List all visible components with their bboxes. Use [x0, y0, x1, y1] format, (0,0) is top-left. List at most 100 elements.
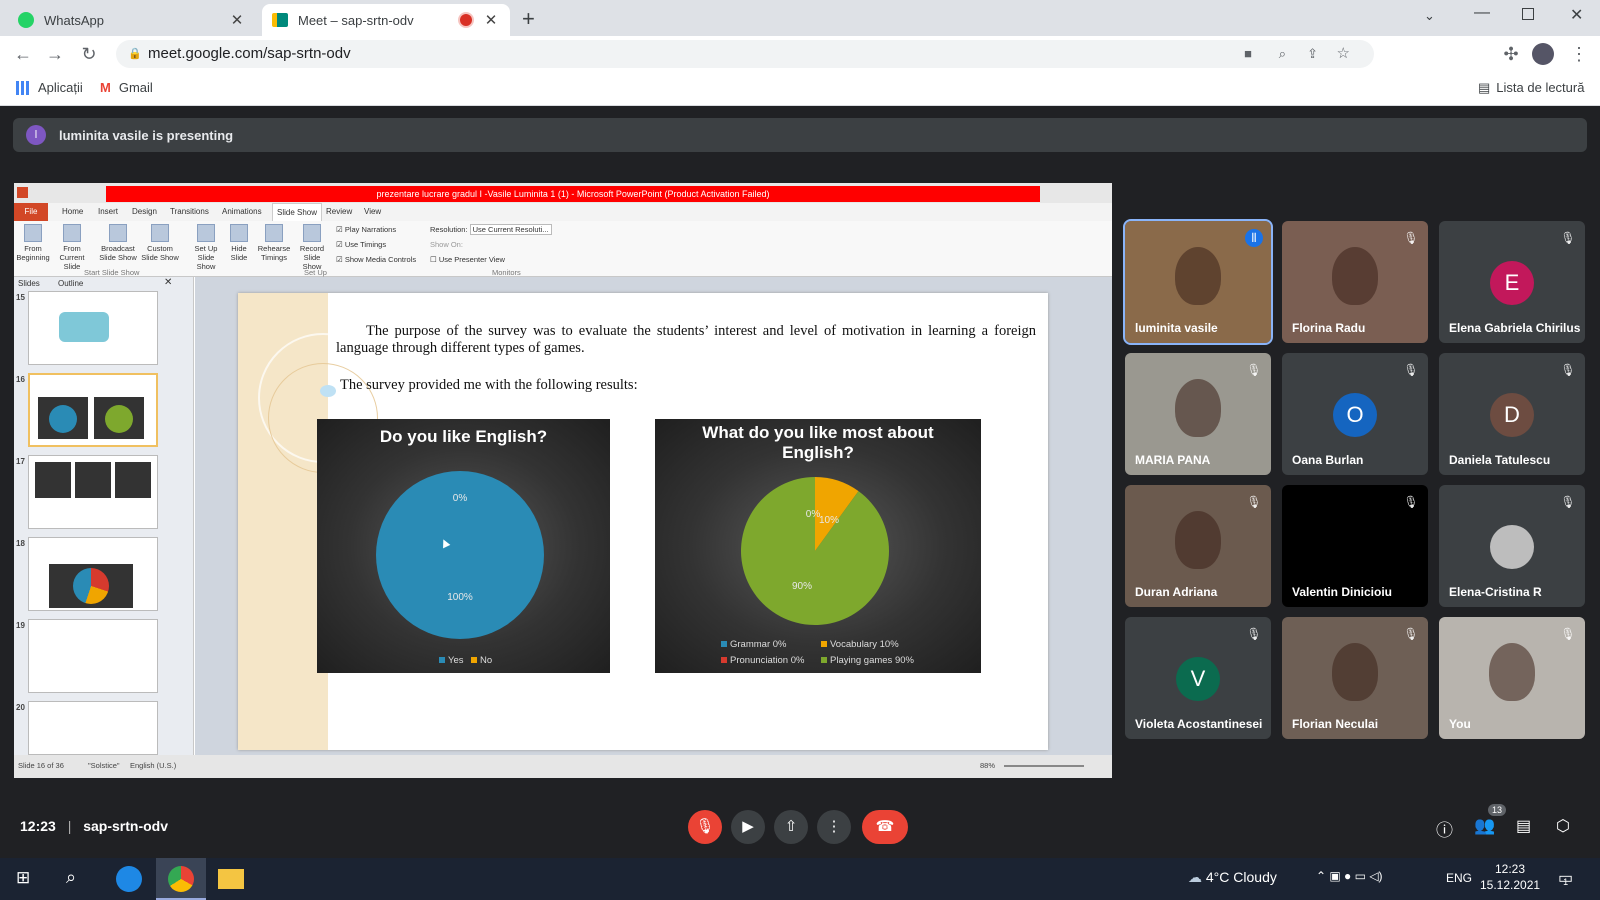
- participant-tile[interactable]: 🎙 Florian Neculai: [1282, 617, 1428, 739]
- from-current-button[interactable]: From Current Slide: [52, 224, 92, 271]
- restore-button[interactable]: [1522, 8, 1534, 20]
- slides-panel: Slides Outline ✕ 15 16 17 18 19 20: [14, 277, 194, 757]
- participant-tile[interactable]: V 🎙 Violeta Acostantinesei: [1125, 617, 1271, 739]
- resolution-value: Use Current Resoluti...: [469, 224, 552, 235]
- ribbon-tab-transitions[interactable]: Transitions: [170, 207, 209, 216]
- slide-thumbnail[interactable]: [28, 701, 158, 755]
- media-controls-checkbox[interactable]: ☑ Show Media Controls: [336, 255, 416, 264]
- legend-label: Pronunciation 0%: [730, 655, 805, 666]
- activities-icon[interactable]: ⬡: [1556, 816, 1570, 836]
- chat-icon[interactable]: ▤: [1516, 816, 1531, 836]
- notification-icon[interactable]: ▭1: [1558, 868, 1578, 888]
- participant-tile[interactable]: D 🎙 Daniela Tatulescu: [1439, 353, 1585, 475]
- info-icon[interactable]: ⓘ: [1436, 816, 1453, 841]
- participant-tile[interactable]: 🎙 Duran Adriana: [1125, 485, 1271, 607]
- ribbon-tab-insert[interactable]: Insert: [98, 207, 118, 216]
- star-icon[interactable]: ☆: [1337, 40, 1350, 68]
- leave-call-button[interactable]: ☎: [862, 810, 908, 844]
- chrome-taskbar-button[interactable]: [156, 858, 206, 900]
- camera-icon[interactable]: ■: [1244, 40, 1252, 68]
- play-narrations-checkbox[interactable]: ☑ Play Narrations: [336, 225, 396, 234]
- zoom-icon[interactable]: ⌕: [1279, 40, 1286, 68]
- presenter-view-checkbox[interactable]: ☐ Use Presenter View: [430, 255, 505, 264]
- close-window-button[interactable]: ✕: [1570, 5, 1583, 25]
- windows-start-icon[interactable]: ⊞: [16, 868, 30, 888]
- people-button[interactable]: 👥 13: [1474, 804, 1507, 836]
- forward-icon[interactable]: →: [42, 42, 68, 66]
- zoom-slider[interactable]: [1004, 765, 1084, 767]
- pie-slice: [741, 477, 889, 625]
- legend-item: Yes: [439, 655, 464, 666]
- from-beginning-button[interactable]: From Beginning: [16, 224, 50, 262]
- close-icon[interactable]: ✕: [482, 11, 500, 29]
- slide-thumbnail[interactable]: [28, 455, 158, 529]
- tray-icons[interactable]: ⌃ ▣ ● ▭ ◁): [1316, 869, 1383, 883]
- camera-button[interactable]: ▶: [731, 810, 765, 844]
- setup-show-button[interactable]: Set Up Slide Show: [188, 224, 224, 271]
- tab-meet[interactable]: Meet – sap-srtn-odv ✕: [262, 4, 510, 36]
- weather-widget[interactable]: ☁ 4°C Cloudy: [1188, 869, 1277, 886]
- ribbon-tab-slideshow[interactable]: Slide Show: [272, 203, 323, 221]
- slide-thumbnail[interactable]: [28, 291, 158, 365]
- profile-avatar[interactable]: [1532, 43, 1554, 65]
- participant-tile[interactable]: 🎙 MARIA PANA: [1125, 353, 1271, 475]
- slide-thumbnail[interactable]: [28, 619, 158, 693]
- ribbon-tab-animations[interactable]: Animations: [222, 207, 262, 216]
- more-options-button[interactable]: ⋮: [817, 810, 851, 844]
- ribbon-tab-file[interactable]: File: [14, 203, 48, 221]
- reading-list-label: Lista de lectură: [1496, 80, 1585, 95]
- reading-list[interactable]: ▤ Lista de lectură: [1478, 80, 1584, 96]
- slide-canvas: The purpose of the survey was to evaluat…: [238, 293, 1048, 750]
- hide-slide-button[interactable]: Hide Slide: [226, 224, 252, 262]
- present-screen-icon: ⇧: [784, 818, 798, 835]
- slice-label: 90%: [792, 581, 812, 592]
- bookmark-gmail[interactable]: M Gmail: [100, 80, 153, 95]
- extensions-icon[interactable]: ✣: [1498, 42, 1524, 66]
- slide-thumbnail[interactable]: [28, 537, 158, 611]
- participant-tile[interactable]: E 🎙 Elena Gabriela Chirilus: [1439, 221, 1585, 343]
- participant-tile[interactable]: 🎙 Elena-Cristina R: [1439, 485, 1585, 607]
- reload-icon[interactable]: ↻: [76, 42, 102, 66]
- present-button[interactable]: ⇧: [774, 810, 808, 844]
- participant-tile[interactable]: O 🎙 Oana Burlan: [1282, 353, 1428, 475]
- window-title: prezentare lucrare gradul I -Vasile Lumi…: [106, 186, 1040, 202]
- new-tab-button[interactable]: +: [522, 6, 535, 32]
- ribbon-tab-review[interactable]: Review: [326, 207, 352, 216]
- bookmark-apps[interactable]: Aplicații: [16, 80, 83, 95]
- edge-icon[interactable]: [116, 866, 142, 892]
- language-indicator[interactable]: ENG: [1446, 871, 1472, 885]
- resolution-field[interactable]: Resolution: Use Current Resoluti...: [430, 224, 552, 235]
- tab-whatsapp[interactable]: WhatsApp ✕: [8, 4, 256, 36]
- share-icon[interactable]: ⇪: [1307, 40, 1318, 68]
- back-icon[interactable]: ←: [10, 42, 36, 66]
- close-icon[interactable]: ✕: [228, 11, 246, 29]
- participant-tile[interactable]: 🎙 Valentin Dinicioiu: [1282, 485, 1428, 607]
- pie-chart: 0%10%90%: [741, 477, 889, 625]
- ribbon-tab-home[interactable]: Home: [62, 207, 83, 216]
- tab-search-icon[interactable]: ⌄: [1424, 8, 1435, 24]
- rehearse-button[interactable]: Rehearse Timings: [256, 224, 292, 262]
- ribbon-tab-design[interactable]: Design: [132, 207, 157, 216]
- participant-tile[interactable]: 🎙 You: [1439, 617, 1585, 739]
- search-icon[interactable]: ⌕: [66, 867, 76, 888]
- record-button[interactable]: Record Slide Show: [294, 224, 330, 271]
- mic-off-button[interactable]: 🎙: [688, 810, 722, 844]
- show-on-field[interactable]: Show On:: [430, 240, 463, 249]
- ribbon-tab-view[interactable]: View: [364, 207, 381, 216]
- slide-thumbnail-selected[interactable]: [28, 373, 158, 447]
- minimize-button[interactable]: —: [1474, 4, 1490, 22]
- custom-show-button[interactable]: Custom Slide Show: [140, 224, 180, 262]
- participant-tile[interactable]: 🎙 Florina Radu: [1282, 221, 1428, 343]
- broadcast-button[interactable]: Broadcast Slide Show: [98, 224, 138, 262]
- panel-tab-outline[interactable]: Outline: [58, 279, 83, 288]
- file-explorer-icon[interactable]: [218, 869, 244, 889]
- address-bar[interactable]: 🔒 meet.google.com/sap-srtn-odv ■ ⌕ ⇪ ☆: [116, 40, 1374, 68]
- participant-tile[interactable]: ⦀ luminita vasile: [1123, 219, 1273, 345]
- menu-icon[interactable]: ⋮: [1566, 42, 1592, 66]
- slice-label: 100%: [447, 592, 473, 603]
- panel-tab-slides[interactable]: Slides: [18, 279, 40, 288]
- chart-like-english: Do you like English? 0% 100% Yes No: [317, 419, 610, 673]
- clock[interactable]: 12:23 15.12.2021: [1480, 862, 1540, 892]
- close-icon[interactable]: ✕: [164, 277, 172, 288]
- use-timings-checkbox[interactable]: ☑ Use Timings: [336, 240, 386, 249]
